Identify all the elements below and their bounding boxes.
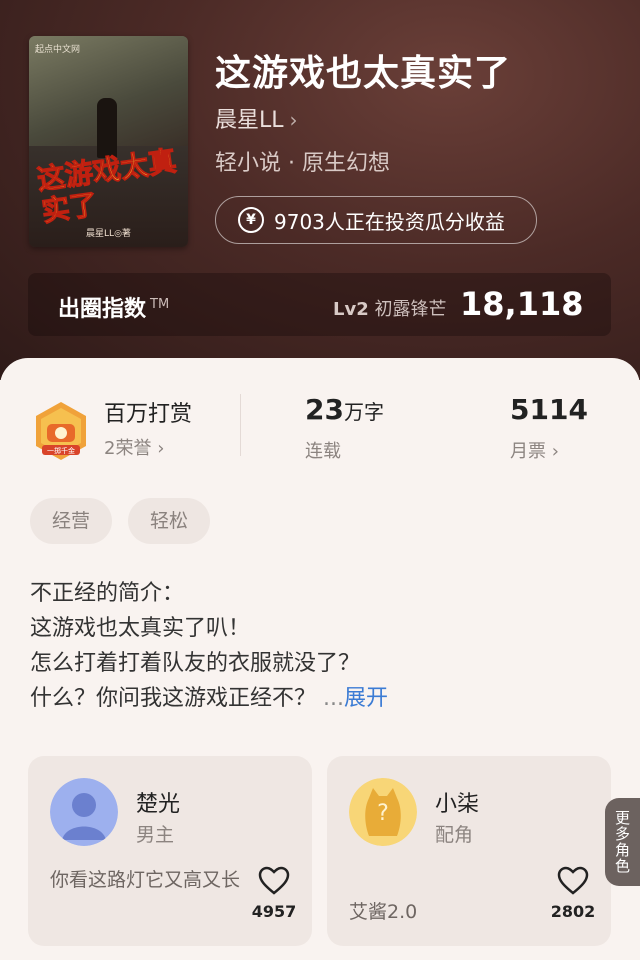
index-level: Lv2 初露锋芒 — [333, 299, 447, 320]
monthly-ticket-count: 5114 — [510, 393, 588, 426]
book-genre: 轻小说 · 原生幻想 — [215, 151, 390, 176]
heart-icon[interactable] — [557, 866, 589, 896]
intro-line: 这游戏也太真实了叭！ — [30, 616, 251, 641]
character-name: 楚光 — [136, 792, 181, 817]
reward-title: 百万打赏 — [104, 402, 193, 427]
book-intro[interactable]: 不正经的简介： 这游戏也太真实了叭！ 怎么打着打着队友的衣服就没了？ 什么？你问… — [30, 576, 388, 716]
cover-art-figure — [97, 98, 117, 158]
character-quote: 你看这路灯它又高又长 — [50, 869, 241, 891]
chevron-right-icon: › — [565, 289, 575, 317]
popularity-index-bar[interactable]: 出圈指数 TM Lv2 初露锋芒 18,118 › — [28, 273, 611, 336]
cover-publisher: 起点中文网 — [35, 45, 81, 55]
character-role: 男主 — [136, 824, 175, 846]
more-roles-tab[interactable]: 更多角色 — [605, 798, 640, 886]
avatar — [50, 778, 118, 846]
character-name: 小柒 — [435, 792, 480, 817]
character-card[interactable]: ? 小柒 配角 艾酱2.0 2802 — [327, 756, 611, 946]
svg-text:?: ? — [377, 801, 389, 826]
tag-chip[interactable]: 轻松 — [128, 498, 211, 544]
invest-button[interactable]: ¥ 9703人正在投资瓜分收益 — [215, 196, 537, 244]
index-label: 出圈指数 TM — [58, 296, 170, 322]
intro-line: 怎么打着打着队友的衣服就没了？ — [30, 651, 361, 676]
like-count: 4957 — [251, 902, 297, 921]
character-role: 配角 — [435, 824, 474, 846]
avatar: ? — [349, 778, 417, 846]
expand-link[interactable]: 展开 — [344, 686, 388, 711]
chevron-right-icon: › — [551, 441, 559, 462]
author-link[interactable]: 晨星LL › — [215, 102, 298, 134]
book-cover[interactable]: 起点中文网 这游戏太真实了 晨星LL◎著 — [29, 36, 188, 247]
chevron-right-icon: › — [289, 108, 298, 132]
trademark-mark: TM — [150, 296, 170, 312]
character-card[interactable]: 楚光 男主 你看这路灯它又高又长 4957 — [28, 756, 312, 946]
cover-title: 这游戏太真实了 — [35, 144, 179, 229]
yen-coin-icon: ¥ — [238, 207, 264, 233]
divider — [240, 394, 241, 456]
invest-label: 9703人正在投资瓜分收益 — [274, 209, 505, 234]
reward-honor-link[interactable]: 2荣誉 › — [104, 434, 164, 460]
monthly-ticket-link[interactable]: 月票 › — [510, 437, 559, 463]
intro-line: 什么？你问我这游戏正经不？ ...展开 — [30, 686, 389, 711]
tag-chip[interactable]: 经营 — [30, 498, 113, 544]
chevron-right-icon: › — [157, 438, 165, 459]
badge-text: 一掷千金 — [47, 446, 75, 455]
serial-status: 连载 — [305, 441, 341, 462]
author-name: 晨星LL — [215, 108, 284, 133]
reward-badge-icon: 一掷千金 — [36, 402, 86, 460]
word-count: 23万字 — [305, 393, 384, 426]
intro-line: 不正经的简介： — [30, 581, 185, 606]
like-count: 2802 — [550, 902, 596, 921]
heart-icon[interactable] — [258, 866, 290, 896]
book-title: 这游戏也太真实了 — [215, 53, 512, 94]
character-quote: 艾酱2.0 — [349, 901, 418, 923]
cover-author: 晨星LL◎著 — [86, 229, 131, 239]
